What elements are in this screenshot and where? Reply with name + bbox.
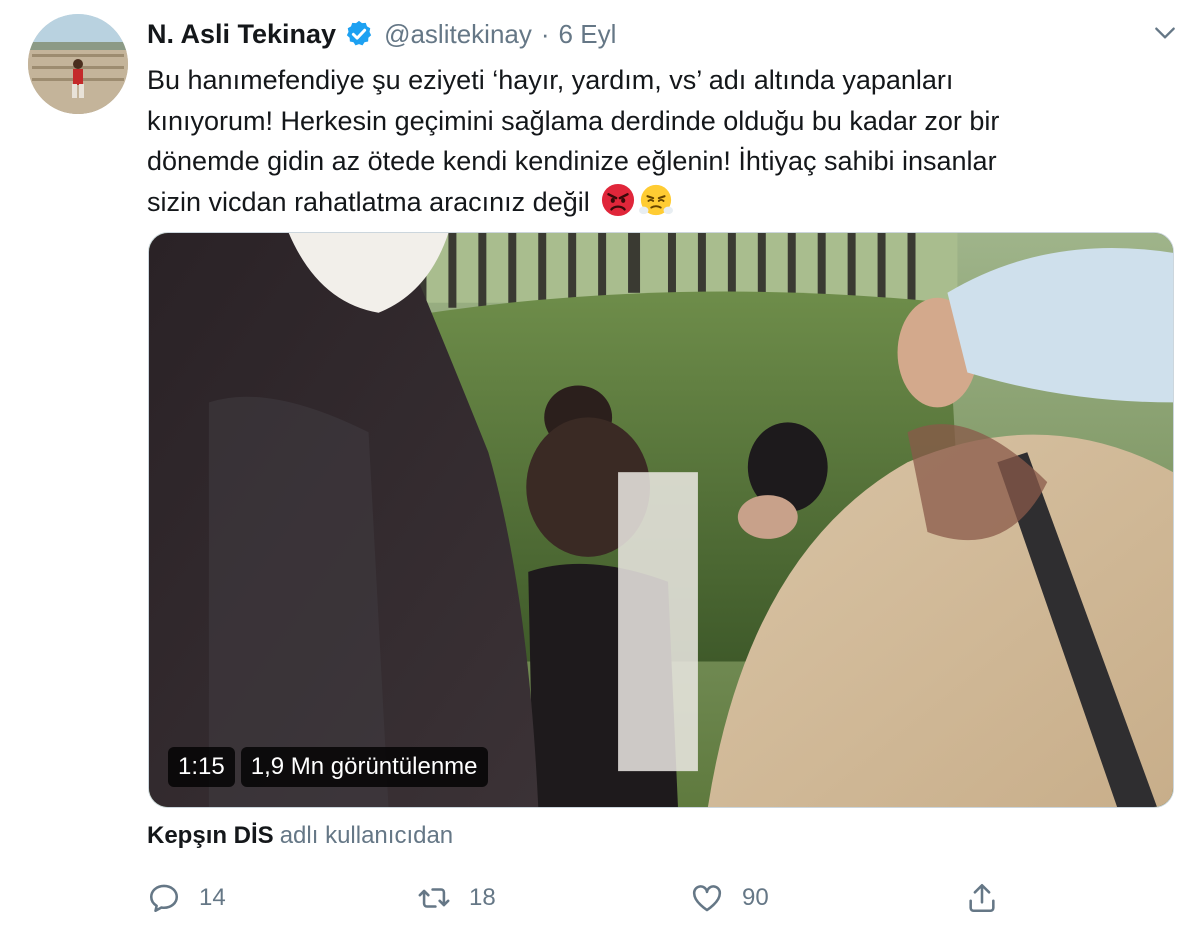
video-player[interactable]: 1:15 1,9 Mn görüntülenme [148, 232, 1174, 808]
share-icon [969, 883, 995, 913]
retweet-icon [418, 888, 450, 908]
separator-dot: · [540, 18, 550, 49]
tweet-text-line: Bu hanımefendiye şu eziyeti ‘hayır, yard… [147, 65, 954, 95]
author-handle[interactable]: @aslitekinay [384, 19, 532, 50]
like-count: 90 [742, 884, 769, 911]
retweet-button[interactable]: 18 [417, 876, 496, 920]
video-badges: 1:15 1,9 Mn görüntülenme [168, 747, 488, 787]
tweet-text-line: kınıyorum! Herkesin geçimini sağlama der… [147, 105, 1000, 136]
tweet-text-line: sizin vicdan rahatlatma aracınız değil [147, 186, 590, 217]
share-button[interactable] [965, 876, 999, 920]
avatar[interactable] [28, 14, 128, 114]
tweet-text-line: dönemde gidin az ötede kendi kendinize e… [147, 146, 997, 176]
face-with-steam-emoji [639, 184, 674, 215]
reply-icon [149, 884, 179, 913]
like-icon [692, 885, 722, 912]
angry-face-emoji [602, 183, 635, 216]
author-name[interactable]: N. Asli Tekinay [147, 19, 336, 50]
tweet-date[interactable]: 6 Eyl [559, 19, 617, 50]
video-frame [149, 233, 1173, 807]
tweet-text: Bu hanımefendiye şu eziyeti ‘hayır, yard… [147, 60, 1147, 222]
verified-icon [346, 20, 372, 46]
avatar-image [28, 14, 128, 114]
tweet-header: N. Asli Tekinay @aslitekinay · 6 Eyl [147, 14, 616, 54]
tweet-actions: 14 18 90 [147, 876, 1017, 920]
tweet-text-line-last: sizin vicdan rahatlatma aracınız değil [147, 182, 1147, 223]
chevron-down-icon[interactable] [1152, 20, 1178, 46]
like-button[interactable]: 90 [690, 876, 769, 920]
attribution-user[interactable]: Kepşın DİS [147, 822, 274, 849]
media-attribution: Kepşın DİS adlı kullanıcıdan [147, 822, 453, 850]
reply-count: 14 [199, 884, 226, 911]
video-duration: 1:15 [168, 747, 235, 787]
video-view-count: 1,9 Mn görüntülenme [240, 747, 488, 787]
reply-button[interactable]: 14 [147, 876, 226, 920]
retweet-count: 18 [469, 884, 496, 911]
attribution-suffix: adlı kullanıcıdan [279, 822, 454, 849]
